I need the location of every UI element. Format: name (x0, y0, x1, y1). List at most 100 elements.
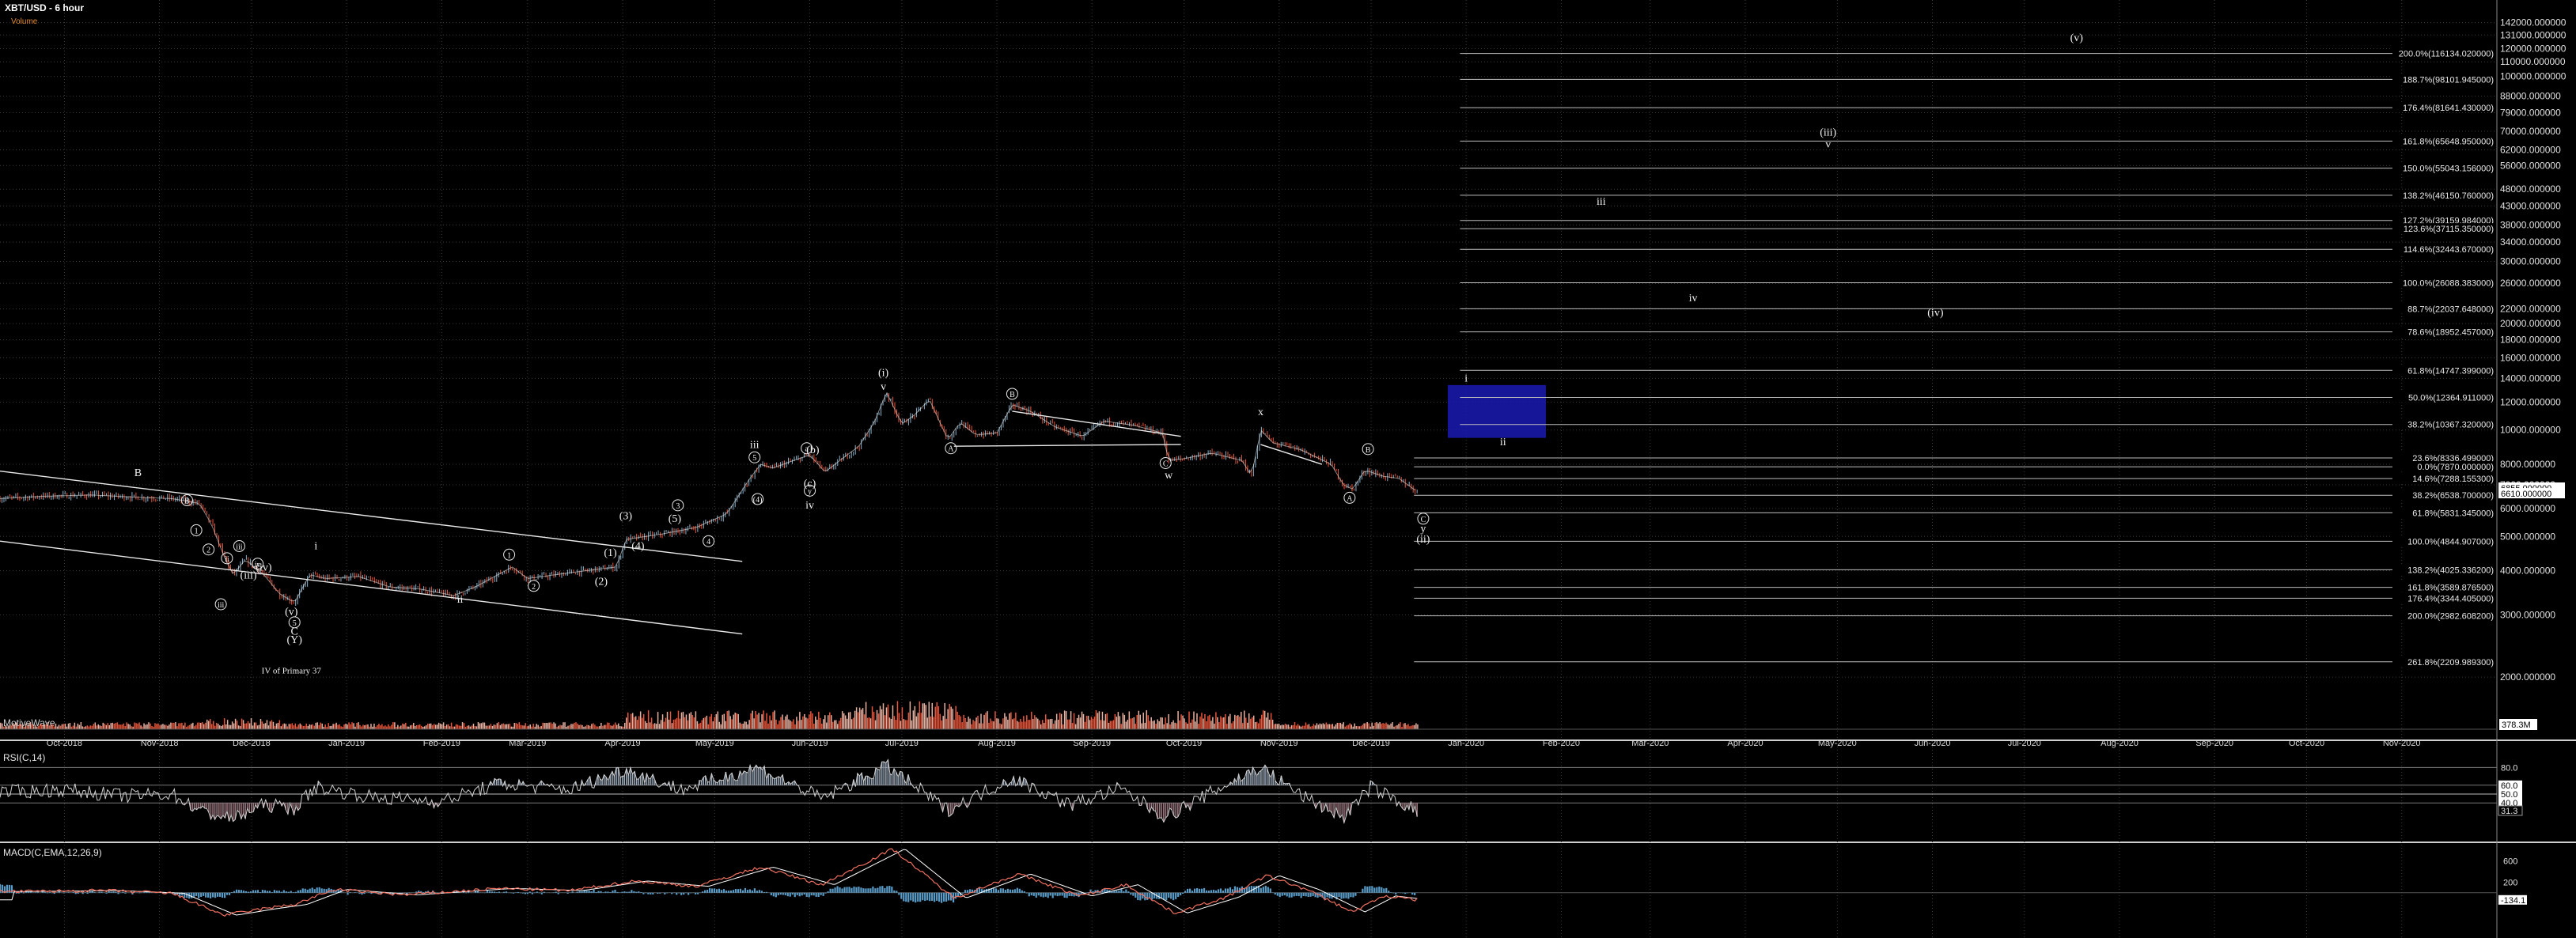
volume-bar (1182, 715, 1184, 729)
fib-label: 61.8%(14747.399000) (2407, 366, 2494, 376)
volume-bar (824, 715, 826, 729)
volume-bar (29, 722, 32, 729)
volume-bar (1191, 719, 1193, 729)
volume-bar (380, 725, 381, 729)
volume-bar (410, 725, 411, 729)
volume-bar (942, 716, 944, 729)
volume-bar (1095, 710, 1097, 729)
volume-bar (434, 724, 437, 729)
volume-bar (885, 707, 888, 729)
volume-bar (857, 712, 859, 729)
volume-bar (1362, 724, 1363, 729)
volume-bar (766, 713, 767, 729)
volume-bar (1001, 724, 1002, 729)
volume-bar (420, 725, 422, 729)
volume-bar (588, 724, 589, 729)
x-tick-label: Jul-2020 (2008, 739, 2041, 748)
volume-bar (1294, 722, 1296, 729)
volume-bar (594, 724, 596, 729)
volume-bar (925, 705, 927, 729)
volume-bar (608, 722, 610, 729)
x-tick-label: Mar-2019 (509, 739, 546, 748)
volume-bar (1193, 711, 1195, 729)
volume-bar (849, 712, 851, 729)
fib-label: 138.2%(4025.336200) (2407, 565, 2494, 575)
volume-bar (439, 723, 441, 729)
volume-bar (993, 721, 994, 729)
volume-bar (86, 725, 89, 729)
wave-label: C (1163, 460, 1169, 468)
volume-bar (212, 721, 214, 729)
volume-bar (868, 717, 870, 729)
volume-bar (10, 725, 13, 729)
volume-bar (952, 709, 953, 729)
volume-bar (955, 705, 957, 729)
volume-bar (1160, 717, 1161, 729)
price-badge-label: 6610.000000 (2501, 490, 2551, 499)
macd-line (0, 848, 1418, 917)
volume-bar (411, 724, 413, 729)
volume-bar (329, 725, 331, 729)
volume-bar (722, 714, 724, 729)
wave-label: (i) (878, 368, 889, 380)
volume-bar (351, 722, 353, 729)
volume-bar (964, 717, 966, 729)
volume-bar (1371, 722, 1373, 729)
volume-bar (904, 720, 907, 729)
volume-bar (61, 724, 63, 729)
volume-bar (958, 714, 960, 729)
volume-bar (1301, 725, 1304, 729)
volume-bar (701, 720, 703, 729)
volume-bar (518, 722, 521, 729)
volume-bar (277, 722, 279, 729)
volume-bar (312, 724, 313, 729)
fib-label: 88.7%(22037.648000) (2407, 304, 2494, 314)
volume-bar (915, 716, 918, 729)
volume-bar (909, 701, 911, 729)
volume-bar (40, 724, 43, 729)
volume-bar (107, 723, 108, 729)
volume-bar (844, 715, 847, 729)
volume-bar (1051, 718, 1053, 729)
volume-bar (785, 716, 786, 729)
volume-bar (619, 726, 621, 729)
volume-bar (769, 715, 771, 729)
wave-label: B (1366, 446, 1371, 455)
volume-bar (934, 706, 936, 729)
volume-bar (53, 726, 55, 729)
volume-bar (80, 722, 82, 729)
volume-bar (69, 723, 71, 729)
trendline (953, 444, 1181, 447)
volume-bar (758, 713, 760, 729)
volume-bar (613, 724, 615, 729)
volume-bar (1330, 724, 1332, 729)
volume-bar (1210, 721, 1212, 729)
volume-bar (1407, 724, 1409, 729)
y-tick-label: 34000.000000 (2500, 236, 2561, 248)
volume-bar (1220, 716, 1222, 729)
volume-bar (169, 724, 170, 729)
volume-bar (91, 725, 93, 729)
volume-bar (602, 725, 604, 729)
volume-bar (790, 721, 791, 729)
volume-bar (707, 724, 710, 729)
volume-bar (854, 710, 856, 729)
volume-bar (1245, 717, 1247, 729)
volume-bar (1172, 720, 1174, 729)
volume-bar (782, 714, 783, 729)
price-candles (0, 392, 1418, 606)
volume-bar (1349, 723, 1351, 729)
wave-label: (4) (753, 496, 763, 505)
volume-bar (0, 722, 2, 729)
volume-bar (234, 718, 237, 729)
volume-bar (1306, 724, 1309, 729)
volume-bar (350, 724, 351, 729)
volume-bar (415, 725, 416, 729)
wave-label: (ii) (1416, 534, 1430, 546)
volume-bar (922, 703, 924, 729)
volume-bar (1384, 723, 1385, 729)
volume-bar (717, 711, 719, 729)
volume-bar (1071, 723, 1074, 729)
volume-bar (45, 724, 47, 729)
volume-bar (1142, 713, 1144, 729)
